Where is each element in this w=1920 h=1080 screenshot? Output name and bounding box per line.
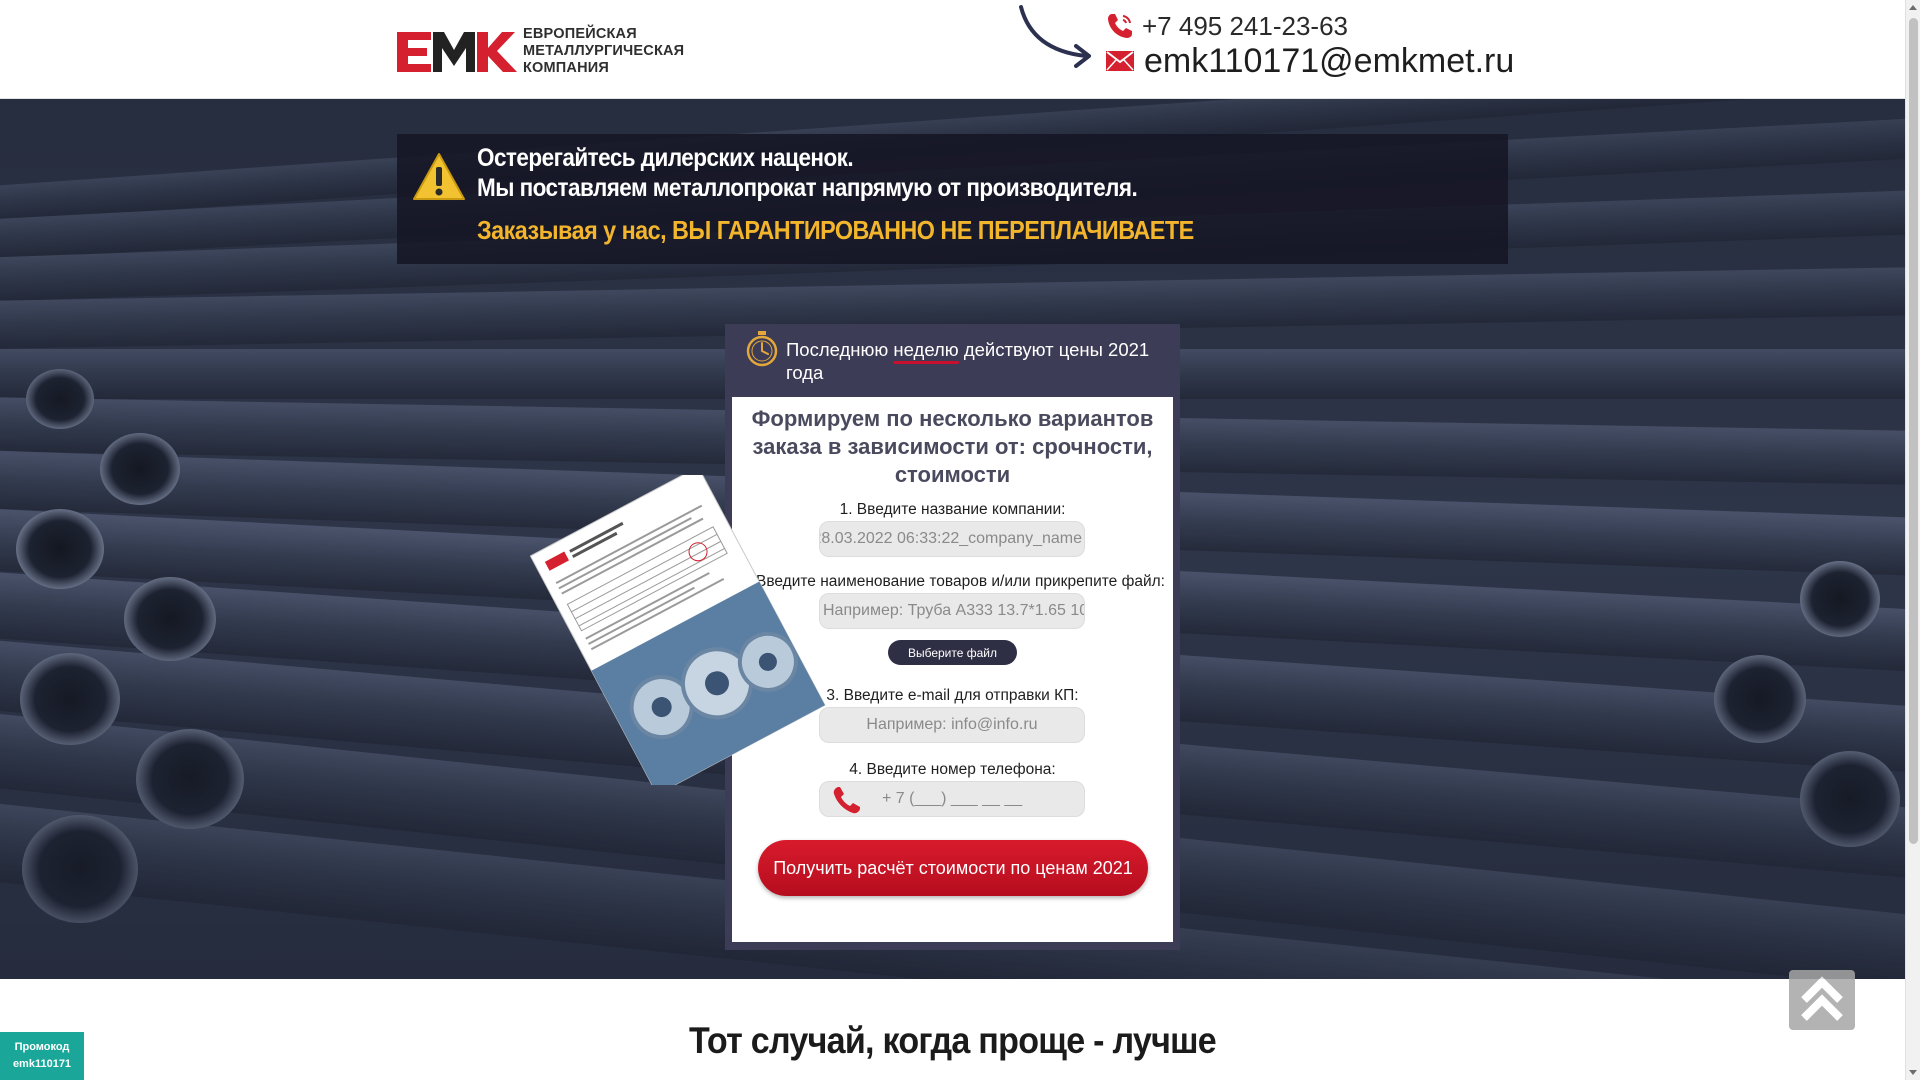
email-address[interactable]: emk110171@emkmet.ru xyxy=(1144,42,1514,81)
warning-line-1: Остерегайтесь дилерских наценок. xyxy=(477,144,854,172)
logo-text: ЕВРОПЕЙСКАЯ МЕТАЛЛУРГИЧЕСКАЯ КОМПАНИЯ xyxy=(523,26,684,77)
commercial-offer-document-image xyxy=(530,475,826,785)
logo-line-2: МЕТАЛЛУРГИЧЕСКАЯ xyxy=(523,43,685,59)
site-header: ЕВРОПЕЙСКАЯ МЕТАЛЛУРГИЧЕСКАЯ КОМПАНИЯ +7… xyxy=(0,0,1905,99)
warning-icon xyxy=(413,153,465,200)
email-input[interactable]: Например: info@info.ru xyxy=(819,707,1085,743)
stopwatch-icon xyxy=(746,331,778,367)
goods-input[interactable]: Например: Труба А333 13.7*1.65 10 xyxy=(819,593,1085,629)
form-header-text: Последнюю неделю действуют цены 2021 год… xyxy=(786,338,1166,384)
logo-line-3: КОМПАНИЯ xyxy=(523,60,610,76)
promo-label: Промокод xyxy=(14,1041,70,1053)
form-header-underlined: неделю xyxy=(893,339,959,364)
goods-input-placeholder: Например: Труба А333 13.7*1.65 10 xyxy=(823,602,1085,619)
choose-file-button[interactable]: Выберите файл xyxy=(888,640,1017,665)
phone-input[interactable]: + 7 (___) ___ __ __ xyxy=(819,781,1085,817)
double-chevron-up-icon xyxy=(1801,976,1843,1021)
mail-icon xyxy=(1106,51,1134,71)
section-title: Тот случай, когда проще - лучше xyxy=(689,1020,1217,1061)
phone-icon xyxy=(1108,14,1132,38)
form-header-part-1: Последнюю xyxy=(786,339,889,360)
scroll-to-top-button[interactable] xyxy=(1789,970,1855,1030)
phone-input-placeholder: + 7 (___) ___ __ __ xyxy=(882,790,1023,807)
phone-icon xyxy=(833,787,860,814)
company-logo[interactable]: ЕВРОПЕЙСКАЯ МЕТАЛЛУРГИЧЕСКАЯ КОМПАНИЯ xyxy=(397,26,689,76)
curved-arrow-icon xyxy=(1019,5,1091,68)
scroll-up-arrow-icon[interactable] xyxy=(1909,5,1917,10)
logo-mark-icon xyxy=(397,32,517,72)
header-email[interactable]: emk110171@emkmet.ru xyxy=(1106,42,1514,80)
warning-banner: Остерегайтесь дилерских наценок. Мы пост… xyxy=(397,134,1508,264)
page-scrollbar[interactable] xyxy=(1905,0,1920,1080)
logo-line-1: ЕВРОПЕЙСКАЯ xyxy=(523,26,637,42)
warning-line-3: Заказывая у нас, ВЫ ГАРАНТИРОВАННО НЕ ПЕ… xyxy=(477,215,1194,245)
company-input[interactable]: 28.03.2022 06:33:22_company_name xyxy=(819,521,1085,557)
scrollbar-thumb[interactable] xyxy=(1909,18,1918,844)
promo-code-badge[interactable]: Промокод emk110171 xyxy=(0,1032,84,1080)
phone-number[interactable]: +7 495 241-23-63 xyxy=(1142,11,1348,42)
header-phone[interactable]: +7 495 241-23-63 xyxy=(1106,10,1348,42)
scroll-down-arrow-icon[interactable] xyxy=(1909,1070,1917,1075)
warning-line-2: Мы поставляем металлопрокат напрямую от … xyxy=(477,174,1138,202)
company-input-value: 28.03.2022 06:33:22_company_name xyxy=(819,530,1082,547)
form-header: Последнюю неделю действуют цены 2021 год… xyxy=(725,324,1180,397)
email-input-placeholder: Например: info@info.ru xyxy=(866,716,1038,733)
get-price-calculation-button[interactable]: Получить расчёт стоимости по ценам 2021 xyxy=(758,840,1148,896)
hero-section: Остерегайтесь дилерских наценок. Мы пост… xyxy=(0,99,1905,979)
promo-code: emk110171 xyxy=(12,1058,72,1070)
